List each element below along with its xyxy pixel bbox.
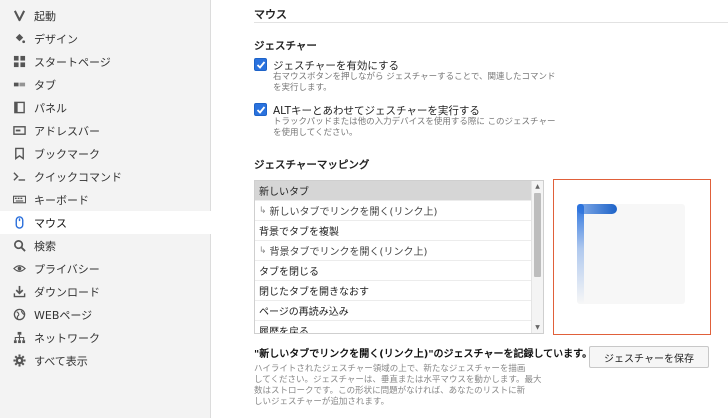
keyboard-icon (12, 193, 26, 207)
gesture-mapping-section-title: ジェスチャーマッピング (254, 159, 370, 171)
enable-gestures-checkbox[interactable] (254, 58, 267, 71)
sidebar-item-label: 起動 (34, 9, 56, 23)
sidebar-item-downloads[interactable]: ダウンロード (0, 280, 211, 303)
sidebar-item-label: ダウンロード (34, 285, 100, 299)
download-icon (12, 285, 26, 299)
scroll-up-arrow-icon[interactable]: ▲ (532, 181, 543, 192)
sidebar-item-label: すべて表示 (34, 354, 88, 368)
alt-gestures-label[interactable]: ALTキーとあわせてジェスチャーを実行する (273, 103, 480, 118)
alt-gestures-desc-2: を使用してください。 (273, 128, 358, 138)
sidebar-item-label: クイックコマンド (34, 170, 122, 184)
settings-sidebar: 起動 デザイン スタートページ タブ パネル アドレスバー ブックマーク クイッ… (0, 0, 211, 418)
gesture-canvas (577, 204, 685, 304)
globe-icon (12, 308, 26, 322)
alt-gestures-desc-1: トラックパッドまたは他の入力デバイスを使用する際に このジェスチャー (273, 117, 556, 127)
sidebar-item-startup[interactable]: 起動 (0, 4, 211, 27)
list-scrollbar[interactable]: ▲ ▼ (531, 181, 543, 333)
sidebar-item-addressbar[interactable]: アドレスバー (0, 119, 211, 142)
checkmark-icon (256, 60, 265, 69)
sidebar-item-search[interactable]: 検索 (0, 234, 211, 257)
sidebar-item-label: WEBページ (34, 308, 93, 322)
sidebar-item-label: ネットワーク (34, 331, 100, 345)
sidebar-item-startpage[interactable]: スタートページ (0, 50, 211, 73)
gestures-section-title: ジェスチャー (254, 40, 317, 52)
grid-icon (12, 55, 26, 69)
tab-icon (12, 78, 26, 92)
sidebar-item-label: プライバシー (34, 262, 100, 276)
alt-gestures-checkbox[interactable] (254, 103, 267, 116)
sidebar-item-tabs[interactable]: タブ (0, 73, 211, 96)
recording-status-text: "新しいタブでリンクを開く(リンク上)"のジェスチャーを記録しています。 (254, 349, 593, 360)
save-gesture-button[interactable]: ジェスチャーを保存 (589, 346, 709, 368)
list-item[interactable]: タブを閉じる (255, 261, 532, 281)
title-divider (254, 22, 728, 23)
paint-bucket-icon (12, 32, 26, 46)
sidebar-item-label: タブ (34, 78, 56, 92)
enable-gestures-label[interactable]: ジェスチャーを有効にする (273, 58, 399, 73)
sidebar-item-mouse[interactable]: マウス (0, 211, 211, 234)
sidebar-item-label: キーボード (34, 193, 89, 207)
sidebar-item-privacy[interactable]: プライバシー (0, 257, 211, 280)
network-icon (12, 331, 26, 345)
checkmark-icon (256, 105, 265, 114)
vivaldi-icon (12, 9, 26, 23)
gesture-mapping-list[interactable]: 新しいタブ ↳ 新しいタブでリンクを開く(リンク上) 背景でタブを複製 ↳ 背景タブ… (254, 180, 544, 334)
list-item[interactable]: ↳ 背景タブでリンクを開く(リンク上) (255, 241, 532, 261)
search-icon (12, 239, 26, 253)
page-title: マウス (254, 8, 287, 21)
sidebar-item-panels[interactable]: パネル (0, 96, 211, 119)
sidebar-item-label: マウス (34, 216, 67, 230)
list-item[interactable]: 閉じたタブを開きなおす (255, 281, 532, 301)
enable-gestures-desc-2: を実行します。 (273, 83, 332, 93)
bookmark-icon (12, 147, 26, 161)
list-item[interactable]: 新しいタブ (255, 181, 532, 201)
mouse-icon (12, 216, 26, 230)
panel-icon (12, 101, 26, 115)
sub-arrow-icon: ↳ (259, 205, 267, 216)
enable-gestures-desc-1: 右マウスボタンを押しながら ジェスチャーすることで、関連したコマンド (273, 72, 556, 82)
sidebar-item-label: パネル (34, 101, 67, 115)
scroll-down-arrow-icon[interactable]: ▼ (532, 322, 543, 333)
gesture-stroke-vertical (577, 204, 584, 304)
sidebar-item-label: デザイン (34, 32, 78, 46)
sidebar-item-design[interactable]: デザイン (0, 27, 211, 50)
quick-command-icon (12, 170, 26, 184)
list-item[interactable]: ↳ 新しいタブでリンクを開く(リンク上) (255, 201, 532, 221)
sidebar-item-show-all[interactable]: すべて表示 (0, 349, 211, 372)
scrollbar-thumb[interactable] (534, 193, 541, 277)
eye-icon (12, 262, 26, 276)
list-item[interactable]: 背景でタブを複製 (255, 221, 532, 241)
sidebar-item-label: 検索 (34, 239, 56, 253)
gesture-help-text: ハイライトされたジェスチャー領域の上で、新たなジェスチャーを描画 してください。… (254, 364, 542, 407)
list-item[interactable]: ページの再読み込み (255, 301, 532, 321)
sidebar-item-network[interactable]: ネットワーク (0, 326, 211, 349)
settings-content: マウス ジェスチャー ジェスチャーを有効にする 右マウスボタンを押しながら ジェ… (211, 0, 728, 418)
list-item[interactable]: 履歴を戻る (255, 321, 532, 333)
sidebar-item-label: ブックマーク (34, 147, 100, 161)
sidebar-item-label: アドレスバー (34, 124, 100, 138)
sub-arrow-icon: ↳ (259, 245, 267, 256)
address-bar-icon (12, 124, 26, 138)
sidebar-item-quickcommands[interactable]: クイックコマンド (0, 165, 211, 188)
sidebar-item-label: スタートページ (34, 55, 111, 69)
gear-icon (12, 354, 26, 368)
sidebar-item-keyboard[interactable]: キーボード (0, 188, 211, 211)
gesture-stroke-horizontal (577, 204, 617, 214)
gesture-recording-area[interactable] (553, 179, 711, 335)
sidebar-item-bookmarks[interactable]: ブックマーク (0, 142, 211, 165)
sidebar-item-webpages[interactable]: WEBページ (0, 303, 211, 326)
